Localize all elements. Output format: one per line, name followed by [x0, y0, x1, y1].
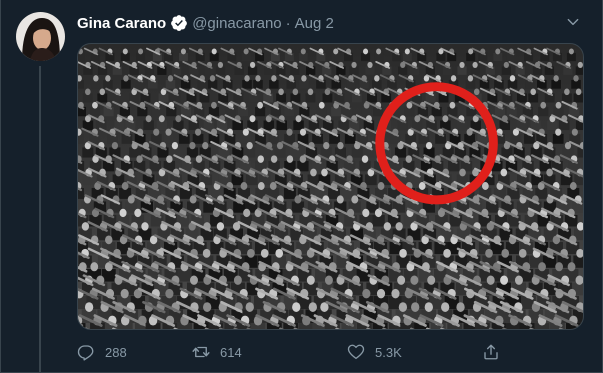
avatar[interactable]	[16, 12, 65, 61]
user-handle[interactable]: @ginacarano	[192, 15, 281, 32]
tweet[interactable]: Gina Carano @ginacarano · Aug 2 288 614 …	[0, 0, 603, 373]
crowd-photo	[78, 44, 583, 329]
retweet-count: 614	[220, 344, 242, 360]
retweet-icon	[192, 346, 210, 358]
share-button[interactable]	[482, 340, 510, 364]
verified-badge-icon	[170, 14, 188, 32]
separator-dot: ·	[285, 14, 291, 32]
like-count: 5.3K	[375, 344, 402, 360]
thread-line	[39, 66, 41, 373]
tweet-photo[interactable]	[77, 43, 584, 330]
share-icon	[484, 344, 498, 360]
retweet-button[interactable]: 614	[192, 340, 242, 364]
tweet-header: Gina Carano @ginacarano · Aug 2	[77, 12, 334, 34]
tweet-actions: 288 614 5.3K	[77, 340, 584, 364]
reply-count: 288	[105, 344, 127, 360]
reply-button[interactable]: 288	[77, 340, 127, 364]
tweet-date[interactable]: Aug 2	[295, 15, 334, 32]
chevron-down-icon[interactable]	[562, 11, 584, 33]
reply-icon	[77, 345, 94, 361]
like-button[interactable]: 5.3K	[347, 340, 402, 364]
display-name[interactable]: Gina Carano	[77, 15, 166, 32]
heart-icon	[347, 344, 365, 360]
